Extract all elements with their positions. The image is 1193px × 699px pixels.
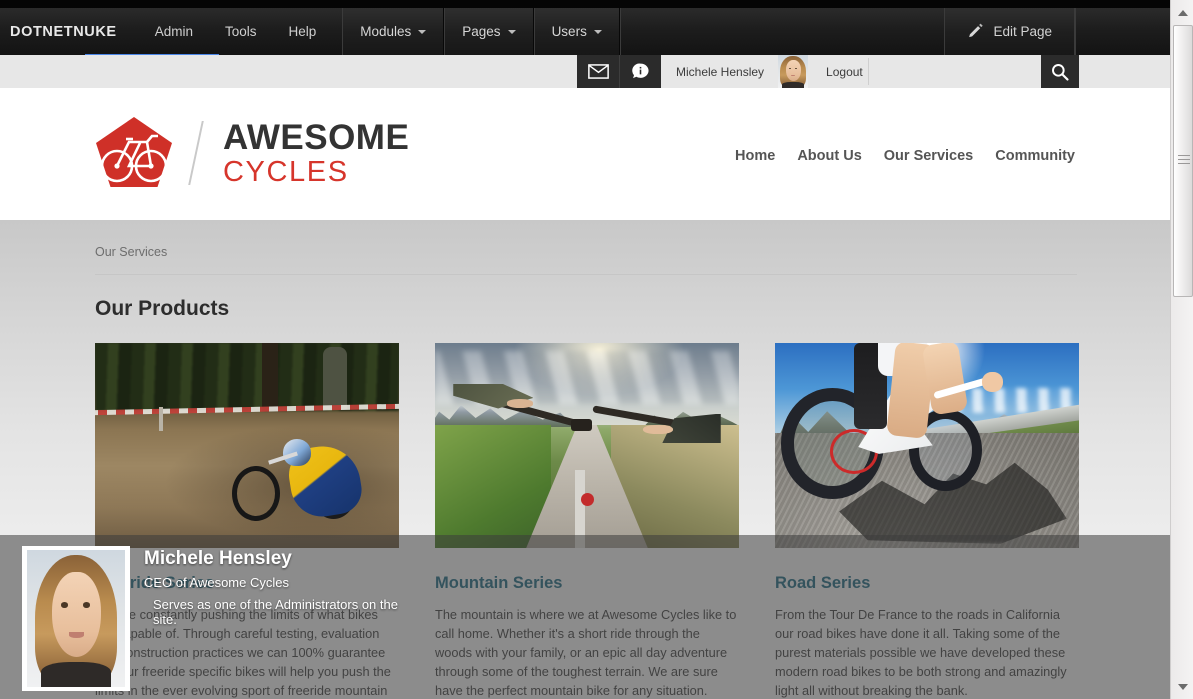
control-bar-spacer [619,8,945,55]
profile-description: Serves as one of the Administrators on t… [153,597,398,627]
page-root: DotNetNuke Admin Tools Help Modules Page… [0,0,1193,699]
page-title: Our Products [95,297,230,320]
portrait-eye-left [61,602,69,608]
logo-divider [188,121,204,185]
profile-name: Michele Hensley [144,548,292,569]
road-cyclist-shadow-photo-icon [775,343,1079,548]
edit-page-label: Edit Page [993,24,1052,39]
nav-item-home[interactable]: Home [735,148,775,164]
site-logo[interactable]: AWESOME CYCLES [95,116,409,190]
dnn-brand[interactable]: DotNetNuke [0,8,219,59]
search-button[interactable] [1041,55,1079,88]
photo-trees [95,343,399,411]
downhill-mountain-biker-photo-icon [95,343,399,548]
logo-line-cycles: CYCLES [223,155,349,188]
profile-details: Michele Hensley CEO of Awesome Cycles Se… [144,546,422,699]
photo-handlebars [453,384,721,458]
photo-hand-right [643,425,673,435]
portrait-eye-right [82,602,90,608]
notifications-button[interactable] [619,55,661,88]
scroll-down-arrow-icon [1177,683,1188,690]
avatar-face-icon [778,55,809,88]
logout-link[interactable]: Logout [808,65,881,79]
control-bar-menu-pages-label: Pages [462,24,501,39]
notification-icon [632,63,649,79]
control-bar-item-admin[interactable]: Admin [139,8,209,55]
control-bar-menu-users-label: Users [551,24,587,39]
product-image-road[interactable] [775,343,1079,548]
avatar-eye-right [795,67,798,69]
product-image-freeride[interactable] [95,343,399,548]
user-name-link[interactable]: Michele Hensley [662,65,778,79]
scroll-down-button[interactable] [1171,678,1193,695]
handlebar-pov-gravel-path-photo-icon [435,343,739,548]
user-bar: Michele Hensley Logout [0,55,1170,88]
michele-hensley-portrait-icon [27,550,125,687]
scroll-up-button[interactable] [1171,4,1193,21]
control-bar-menu-users[interactable]: Users [533,8,620,55]
envelope-icon [587,64,609,79]
user-avatar[interactable] [778,55,809,88]
pencil-icon [969,23,984,38]
browser-scrollbar[interactable] [1170,0,1193,699]
messages-button[interactable] [577,55,619,88]
breadcrumb[interactable]: Our Services [95,245,167,259]
product-image-mountain[interactable] [435,343,739,548]
user-bar-divider [868,58,869,85]
portrait-clothing [40,662,112,687]
photo-spectator [323,347,347,409]
avatar-eye-left [788,67,791,69]
photo-front-wheel [231,466,281,522]
photo-pole [158,406,163,432]
control-bar-item-tools[interactable]: Tools [209,8,273,55]
nav-item-about-us[interactable]: About Us [797,148,861,164]
portrait-face [27,550,125,687]
scroll-up-arrow-icon [1177,9,1188,16]
photo-trunk [262,343,279,411]
logo-wordmark: AWESOME CYCLES [223,120,409,187]
top-strip [0,0,1170,8]
photo-red-reflector [580,492,594,506]
user-bar-icons [577,55,661,88]
site-header: AWESOME CYCLES Home About Us Our Service… [0,88,1170,220]
profile-popup: Michele Hensley CEO of Awesome Cycles Se… [22,546,422,699]
control-bar-item-help[interactable]: Help [272,8,332,55]
chevron-down-icon [593,30,602,35]
portrait-mouth [69,632,84,638]
breadcrumb-divider [95,274,1077,275]
chevron-down-icon [418,30,427,35]
control-bar-menu-modules-label: Modules [360,24,412,39]
nav-item-community[interactable]: Community [995,148,1075,164]
user-bar-account: Michele Hensley Logout [662,55,881,88]
control-bar-menu-modules[interactable]: Modules [342,8,445,55]
control-bar-end [1075,8,1170,55]
search-icon [1052,63,1069,81]
logo-line-awesome: AWESOME [223,117,410,157]
avatar-skin [785,60,801,81]
awesome-cycles-logo-icon [95,116,173,190]
scroll-thumb-grip-icon [1178,155,1190,167]
photo-stem [570,419,593,432]
profile-photo-frame [22,546,130,691]
control-bar-links: Admin Tools Help [139,8,333,55]
chevron-down-icon [507,30,516,35]
control-bar-menus: Modules Pages Users [342,8,620,55]
edit-page-button[interactable]: Edit Page [944,8,1075,55]
main-navigation: Home About Us Our Services Community [735,148,1075,164]
portrait-skin [51,571,101,657]
control-bar-menu-pages[interactable]: Pages [444,8,534,55]
profile-role: CEO of Awesome Cycles [144,575,289,590]
photo-hand [981,371,1003,393]
scroll-thumb[interactable] [1173,25,1193,297]
photo-hand-left [506,399,534,408]
nav-item-our-services[interactable]: Our Services [884,148,973,164]
dnn-brand-label: DotNetNuke [10,23,117,40]
dnn-control-bar: DotNetNuke Admin Tools Help Modules Page… [0,8,1170,59]
